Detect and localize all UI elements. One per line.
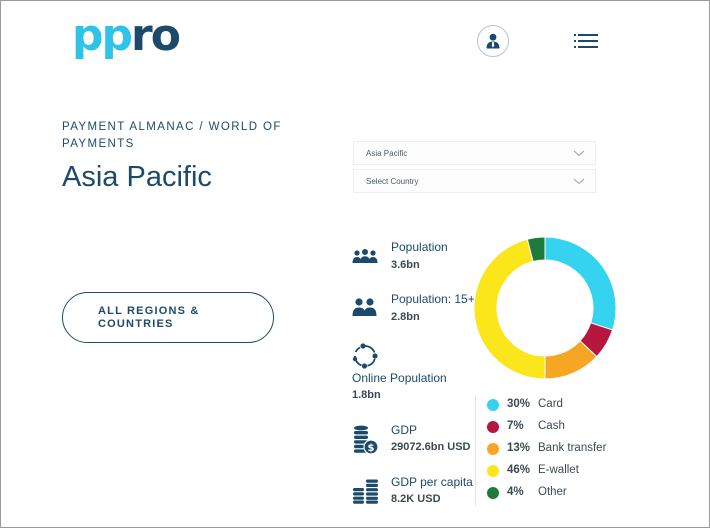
account-button[interactable]	[477, 25, 509, 57]
ppro-logo[interactable]: ppro	[72, 14, 181, 58]
stat-gdp-value: 29072.6bn USD	[391, 441, 471, 453]
legend-item-bank-transfer: 13% Bank transfer	[487, 441, 647, 457]
legend-swatch	[487, 421, 499, 433]
stat-population-value: 3.6bn	[391, 259, 420, 271]
donut-slice-card	[544, 237, 616, 331]
legend-label: Other	[538, 486, 567, 498]
svg-text:$: $	[368, 443, 375, 454]
breadcrumb: PAYMENT ALMANAC / WORLD OF PAYMENTS	[62, 121, 282, 150]
legend-percent: 4%	[507, 486, 524, 498]
all-regions-button[interactable]: ALL REGIONS & COUNTRIES	[62, 292, 274, 343]
adults-icon	[352, 298, 377, 316]
page-title: Asia Pacific	[62, 161, 212, 193]
menu-button[interactable]	[574, 34, 598, 48]
region-select[interactable]: Asia Pacific	[353, 141, 596, 165]
legend-percent: 30%	[507, 398, 531, 410]
legend-item-e-wallet: 46% E-wallet	[487, 463, 647, 479]
people-group-icon	[352, 249, 378, 263]
stat-gdp-label: GDP	[391, 423, 418, 437]
chevron-down-icon	[573, 178, 585, 185]
chevron-down-icon	[573, 150, 585, 157]
network-icon	[352, 343, 378, 369]
country-select[interactable]: Select Country	[353, 169, 596, 193]
legend-swatch	[487, 487, 499, 499]
stat-gdp-per-capita-label: GDP per capita	[391, 475, 473, 489]
all-regions-label-line2: COUNTRIES	[98, 317, 174, 330]
legend-label: E-wallet	[538, 464, 579, 476]
stat-population-15-value: 2.8bn	[391, 311, 420, 323]
account-icon	[486, 33, 500, 49]
coin-stacks-icon	[353, 479, 378, 504]
legend-item-cash: 7% Cash	[487, 419, 647, 435]
legend-percent: 13%	[507, 442, 531, 454]
legend-item-other: 4% Other	[487, 485, 647, 501]
legend-swatch	[487, 399, 499, 411]
payment-methods-donut-chart	[474, 237, 616, 379]
coin-stack-dollar-icon: $	[354, 425, 379, 455]
legend-item-card: 30% Card	[487, 397, 647, 413]
legend-label: Bank transfer	[538, 442, 607, 454]
stat-gdp-per-capita-value: 8.2K USD	[391, 493, 441, 505]
hamburger-menu-icon	[574, 34, 598, 48]
stat-population-label: Population	[391, 240, 448, 254]
legend-divider	[475, 396, 476, 506]
all-regions-label-line1: ALL REGIONS &	[98, 304, 200, 317]
legend-label: Cash	[538, 420, 565, 432]
legend-percent: 46%	[507, 464, 531, 476]
country-select-placeholder: Select Country	[366, 176, 419, 186]
legend-swatch	[487, 443, 499, 455]
region-select-value: Asia Pacific	[366, 148, 408, 158]
stat-population-15-label: Population: 15+	[391, 292, 475, 306]
stat-online-population-value: 1.8bn	[352, 389, 381, 401]
legend-swatch	[487, 465, 499, 477]
legend-percent: 7%	[507, 420, 524, 432]
stat-online-population-label: Online Population	[352, 371, 447, 385]
legend-label: Card	[538, 398, 563, 410]
